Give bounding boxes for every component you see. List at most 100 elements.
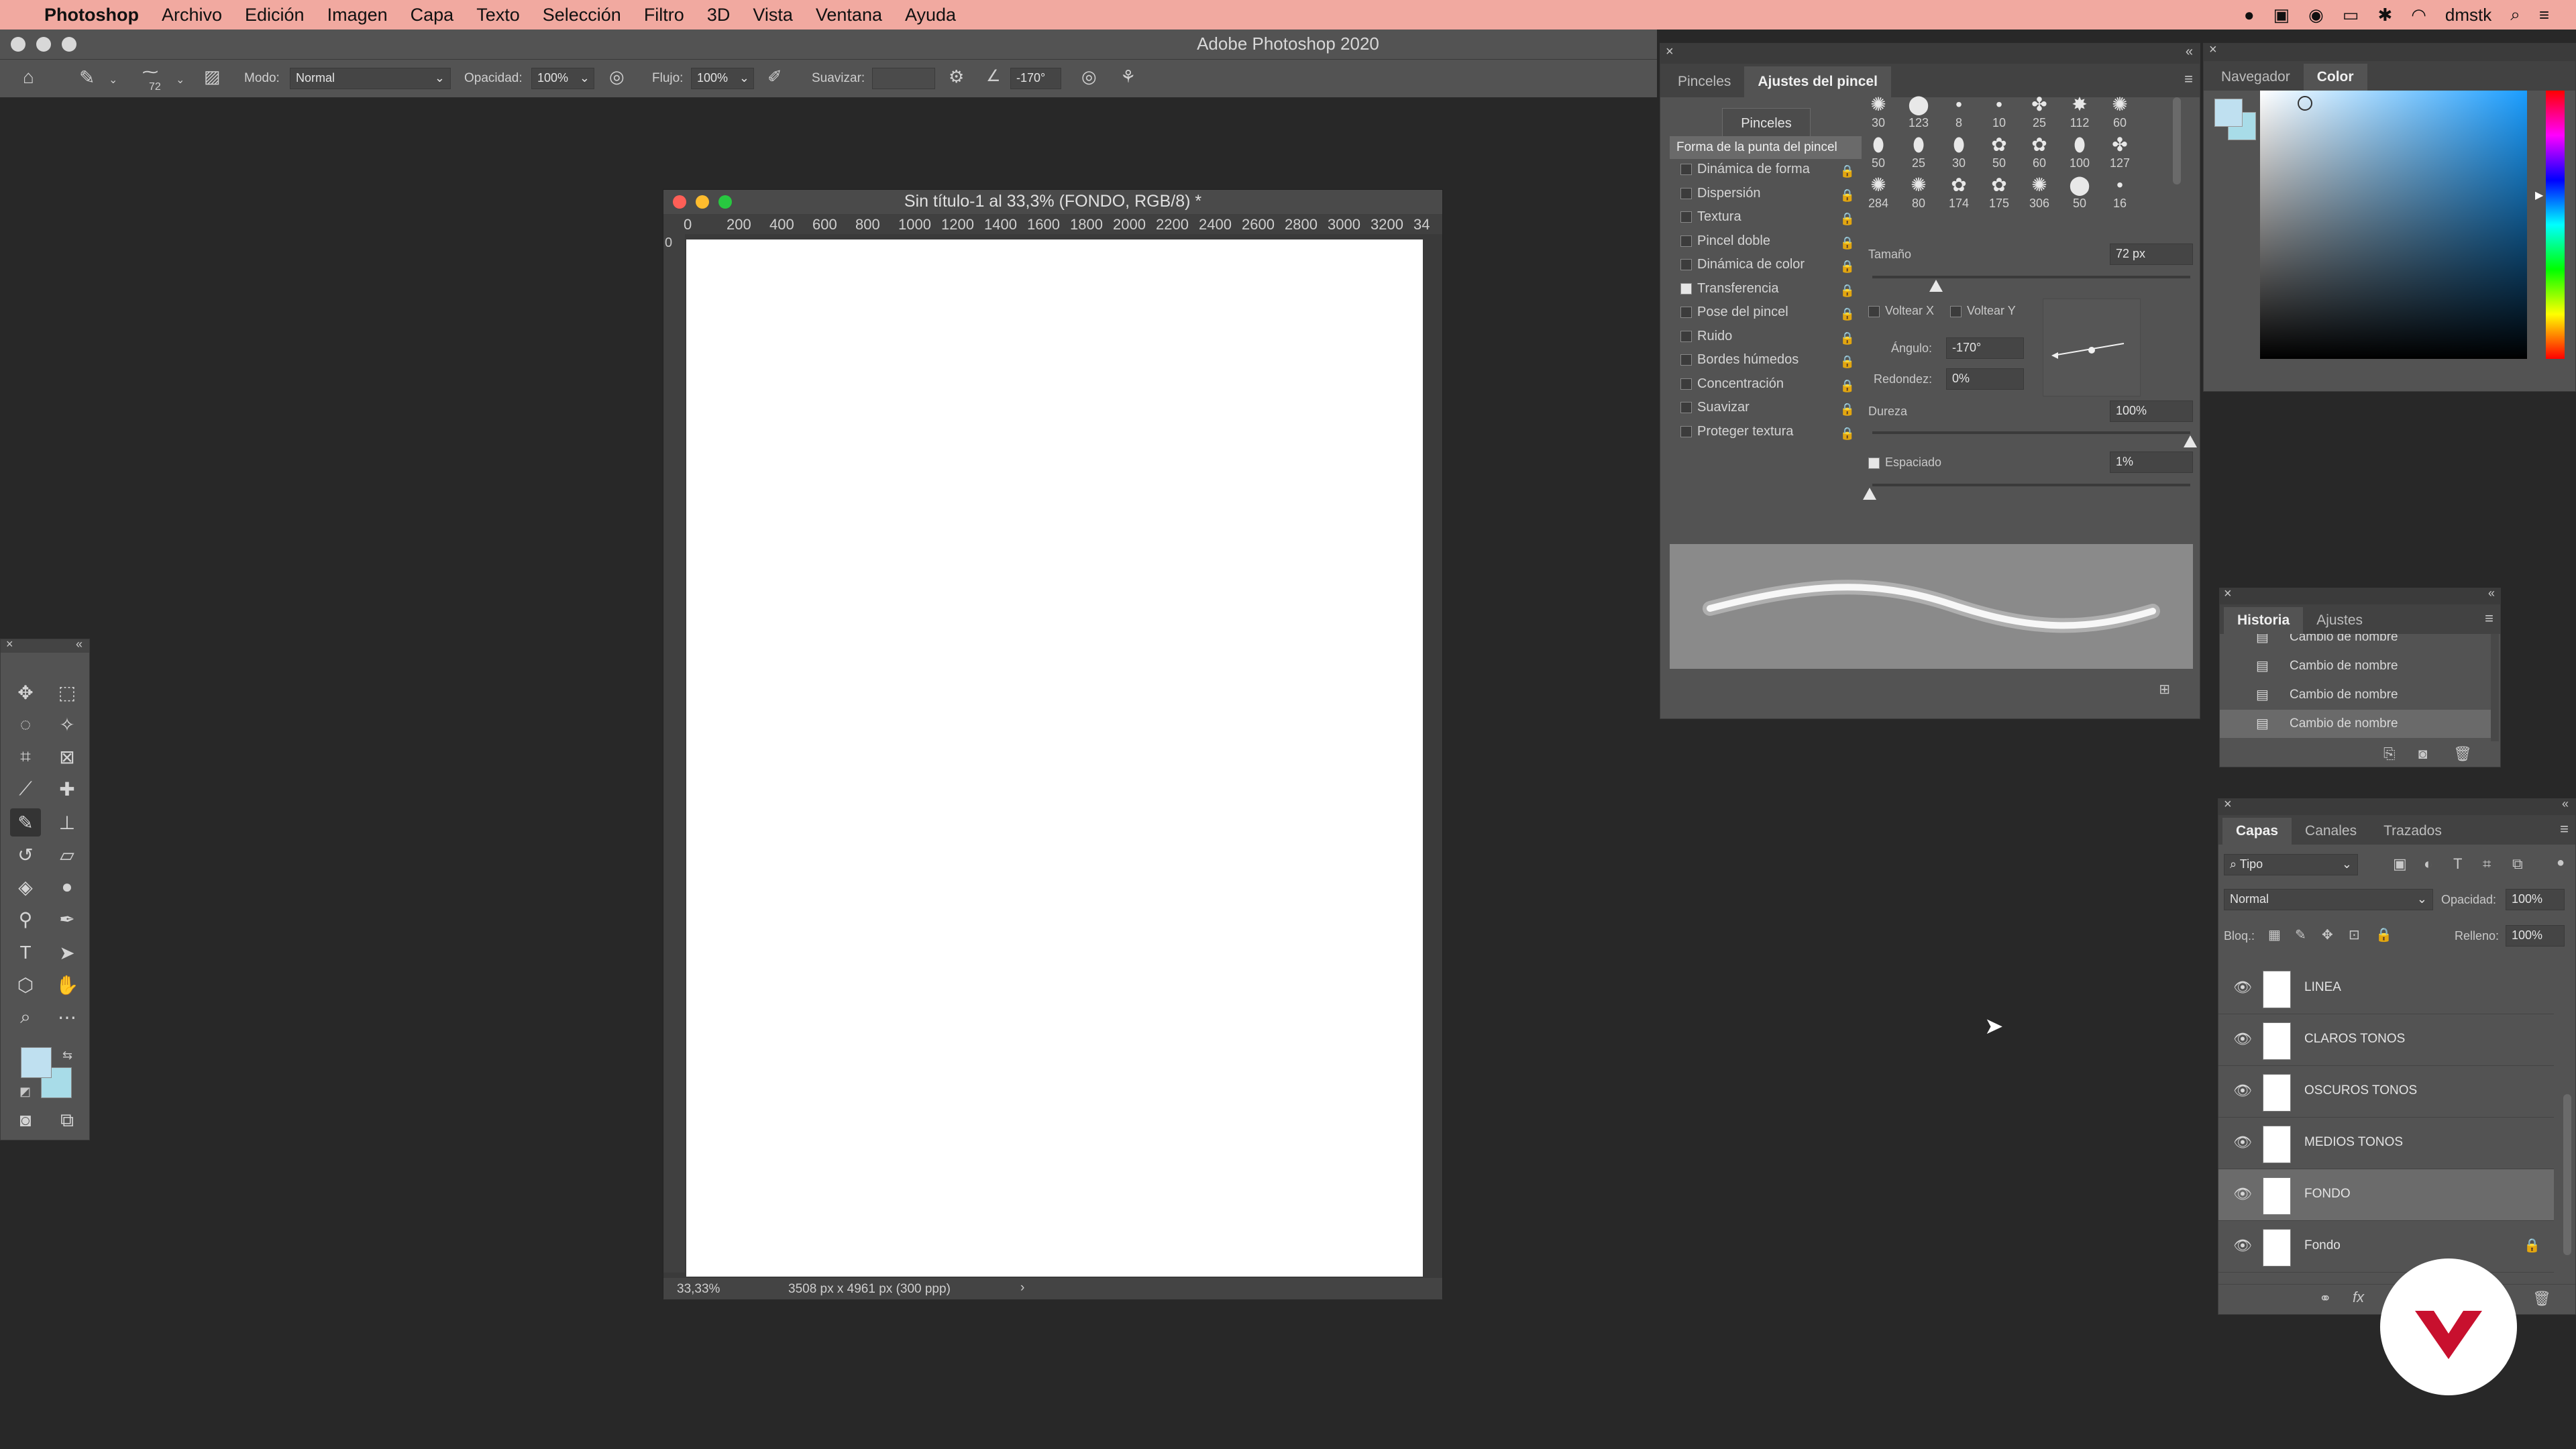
collapse-icon[interactable]: « bbox=[2186, 44, 2193, 60]
zoom-tool-icon[interactable]: ⌕ bbox=[10, 1003, 41, 1031]
quick-mask-icon[interactable]: ◙ bbox=[10, 1106, 41, 1134]
history-item[interactable]: ▤ Cambio de nombre bbox=[2220, 634, 2491, 651]
new-document-from-state-icon[interactable]: ⎘ bbox=[2383, 745, 2396, 763]
menu-archivo[interactable]: Archivo bbox=[162, 5, 222, 25]
opacity-field[interactable]: 100% ⌄ bbox=[531, 68, 594, 89]
dodge-tool-icon[interactable]: ⚲ bbox=[10, 905, 41, 933]
panel-menu-icon[interactable]: ≡ bbox=[2560, 820, 2569, 838]
layer-opacity-field[interactable]: 100% bbox=[2506, 889, 2565, 910]
panel-menu-icon[interactable]: ≡ bbox=[2485, 610, 2493, 627]
horizontal-ruler[interactable]: 0 200 400 600 800 1000 1200 1400 1600 1800 2000 220… bbox=[663, 214, 1442, 234]
adobe-icon[interactable]: ◉ bbox=[2308, 5, 2324, 25]
brush-tip-grid[interactable]: ✺ 30 ⬤ 123 • 8 • 10 ✤ 25 ✸ 112 ✺ 60 ⬮ 50 ⬮ 25 ⬮ 30 ✿ 50 ✿ 60 ⬮ 10… bbox=[1859, 93, 2167, 227]
pressure-size-icon[interactable]: ◎ bbox=[1081, 66, 1097, 87]
brush-tip[interactable]: ✺ 60 bbox=[2100, 93, 2139, 130]
eye-icon[interactable]: 👁 bbox=[2233, 1185, 2252, 1203]
collapse-icon[interactable]: « bbox=[76, 637, 83, 651]
link-layers-icon[interactable]: ⚭ bbox=[2319, 1290, 2331, 1307]
shape-tool-icon[interactable]: ⬡ bbox=[10, 971, 41, 999]
panel-menu-icon[interactable]: ≡ bbox=[2184, 70, 2193, 88]
layers-scrollbar[interactable] bbox=[2563, 1094, 2571, 1255]
tab-canales[interactable]: Canales bbox=[2292, 818, 2370, 845]
brush-setting-checkbox[interactable] bbox=[1680, 187, 1692, 199]
color-panel-header[interactable]: × bbox=[2204, 42, 2575, 61]
trash-icon[interactable]: 🗑 bbox=[2453, 745, 2472, 763]
fx-button[interactable]: fx bbox=[2353, 1289, 2364, 1306]
spacing-slider-knob[interactable] bbox=[1863, 488, 1876, 500]
move-tool-icon[interactable]: ✥ bbox=[10, 678, 41, 706]
brush-tip[interactable]: ✤ 25 bbox=[2020, 93, 2059, 130]
filter-toggle-icon[interactable]: ● bbox=[2557, 855, 2565, 871]
flow-field[interactable]: 100% ⌄ bbox=[691, 68, 754, 89]
brush-tip[interactable]: ✺ 306 bbox=[2020, 174, 2059, 211]
wifi-icon[interactable]: ◠ bbox=[2411, 5, 2426, 25]
angle-field[interactable]: -170° bbox=[1946, 337, 2024, 359]
layer-row[interactable]: 👁 MEDIOS TONOS bbox=[2218, 1118, 2554, 1169]
tools-panel-header[interactable]: × « bbox=[1, 637, 89, 653]
brush-setting-checkbox[interactable] bbox=[1680, 354, 1692, 366]
brush-tip[interactable]: ⬮ 30 bbox=[1939, 133, 1978, 170]
filter-shape-icon[interactable]: ⌗ bbox=[2483, 855, 2491, 873]
menu-capa[interactable]: Capa bbox=[411, 5, 454, 25]
canvas[interactable] bbox=[686, 239, 1423, 1277]
angle-roundness-preview[interactable] bbox=[2043, 299, 2141, 396]
lock-artboard-icon[interactable]: ⊡ bbox=[2349, 926, 2360, 943]
chevron-down-icon[interactable]: ⌄ bbox=[176, 73, 184, 87]
eye-icon[interactable]: 👁 bbox=[2233, 1030, 2252, 1048]
brush-setting-item[interactable]: Concentración 🔒 bbox=[1680, 376, 1855, 399]
history-item[interactable]: ▤ Cambio de nombre bbox=[2220, 710, 2491, 738]
brush-setting-item[interactable]: Pincel doble 🔒 bbox=[1680, 233, 1855, 256]
tab-historia[interactable]: Historia bbox=[2224, 607, 2304, 634]
eyedropper-tool-icon[interactable]: ⟋ bbox=[10, 775, 41, 803]
creative-cloud-icon[interactable]: ● bbox=[2244, 5, 2255, 25]
close-icon[interactable]: × bbox=[1666, 44, 1674, 60]
history-scrollbar[interactable] bbox=[2491, 634, 2499, 741]
size-field[interactable]: 72 px bbox=[2110, 244, 2193, 265]
collapse-icon[interactable]: « bbox=[2488, 586, 2495, 600]
tab-pinceles[interactable]: Pinceles bbox=[1664, 66, 1744, 97]
clone-stamp-tool-icon[interactable]: ⊥ bbox=[52, 808, 83, 837]
swap-colors-icon[interactable]: ⇆ bbox=[62, 1049, 72, 1063]
pen-tool-icon[interactable]: ✒ bbox=[52, 905, 83, 933]
close-icon[interactable]: × bbox=[6, 637, 13, 651]
brush-tip[interactable]: ✿ 50 bbox=[1980, 133, 2019, 170]
brush-tip[interactable]: • 8 bbox=[1939, 93, 1978, 130]
menu-vista[interactable]: Vista bbox=[753, 5, 793, 25]
brush-tip[interactable]: ⬮ 50 bbox=[1859, 133, 1898, 170]
lock-icon[interactable]: 🔒 bbox=[1840, 427, 1855, 441]
foreground-color-swatch[interactable] bbox=[21, 1047, 52, 1078]
brush-tool-icon[interactable]: ✎ bbox=[10, 808, 41, 837]
window-close-button[interactable] bbox=[11, 37, 25, 52]
close-icon[interactable]: × bbox=[2209, 42, 2217, 58]
lock-icon[interactable]: 🔒 bbox=[1840, 379, 1855, 393]
lock-icon[interactable]: 🔒 bbox=[1840, 331, 1855, 345]
close-icon[interactable]: × bbox=[2224, 586, 2232, 602]
airplay-icon[interactable]: ▭ bbox=[2343, 5, 2359, 25]
brush-tip[interactable]: ✸ 112 bbox=[2060, 93, 2099, 130]
brush-tip[interactable]: ✺ 30 bbox=[1859, 93, 1898, 130]
path-selection-tool-icon[interactable]: ➤ bbox=[52, 938, 83, 967]
crop-tool-icon[interactable]: ⌗ bbox=[10, 743, 41, 771]
hue-slider-pointer[interactable]: ▶ bbox=[2535, 189, 2543, 202]
bluetooth-icon[interactable]: ✱ bbox=[2377, 5, 2392, 25]
more-tools-icon[interactable]: ⋯ bbox=[52, 1003, 83, 1031]
mode-select[interactable]: Normal ⌄ bbox=[290, 68, 451, 89]
lock-icon[interactable]: 🔒 bbox=[1840, 260, 1855, 274]
filter-type-icon[interactable]: T bbox=[2453, 855, 2462, 873]
eye-icon[interactable]: 👁 bbox=[2233, 979, 2252, 996]
layer-row[interactable]: 👁 FONDO bbox=[2218, 1169, 2554, 1221]
default-colors-icon[interactable]: ◩ bbox=[19, 1085, 31, 1099]
lock-icon[interactable]: 🔒 bbox=[1840, 402, 1855, 417]
brush-tip[interactable]: • 10 bbox=[1980, 93, 2019, 130]
brush-setting-checkbox[interactable] bbox=[1680, 282, 1692, 294]
layer-name[interactable]: Fondo bbox=[2304, 1238, 2341, 1253]
trash-icon[interactable]: 🗑 bbox=[2532, 1290, 2551, 1307]
size-slider-knob[interactable] bbox=[1929, 280, 1943, 292]
brush-setting-item[interactable]: Dinámica de color 🔒 bbox=[1680, 257, 1855, 280]
flip-x-checkbox[interactable]: Voltear X bbox=[1868, 304, 1934, 318]
lock-icon[interactable]: 🔒 bbox=[1840, 236, 1855, 250]
frame-tool-icon[interactable]: ⊠ bbox=[52, 743, 83, 771]
brush-setting-item[interactable]: Textura 🔒 bbox=[1680, 209, 1855, 232]
history-panel-header[interactable]: × « bbox=[2220, 586, 2500, 604]
filter-pixel-icon[interactable]: ▣ bbox=[2393, 855, 2407, 873]
